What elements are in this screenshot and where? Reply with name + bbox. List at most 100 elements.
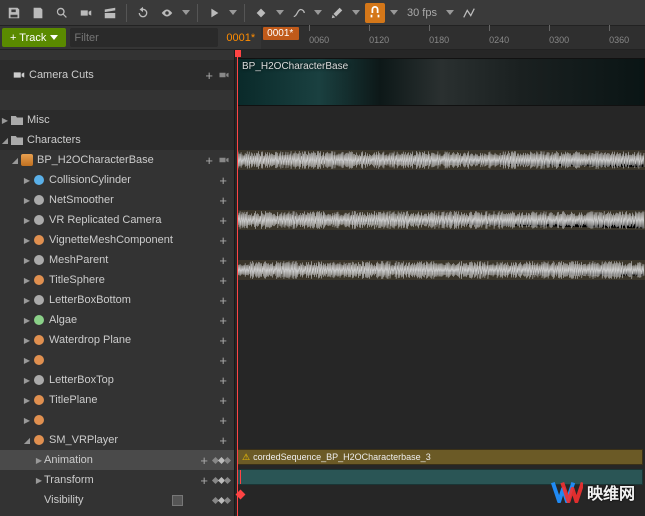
add-icon[interactable]: + [216, 313, 230, 328]
component-track[interactable]: ▶ LetterBoxTop + [0, 370, 234, 390]
component-track[interactable]: ▶ NetSmoother + [0, 190, 234, 210]
expand-icon[interactable]: ▶ [0, 116, 10, 125]
expand-icon[interactable]: ▶ [22, 316, 32, 325]
add-track-button[interactable]: + Track [2, 28, 66, 47]
find-in-content-icon[interactable] [28, 3, 48, 23]
timeline-ruler[interactable]: 0001* 006001200180024003000360 [261, 26, 645, 49]
expand-icon[interactable]: ▶ [22, 176, 32, 185]
component-track[interactable]: ▶ TitleSphere + [0, 270, 234, 290]
visibility-track[interactable]: Visibility [0, 490, 234, 510]
dropdown-icon[interactable] [313, 10, 323, 15]
component-track[interactable]: ▶ + [0, 350, 234, 370]
dropdown-icon[interactable] [389, 10, 399, 15]
waveform-track-2[interactable] [237, 210, 645, 230]
expand-icon[interactable]: ▶ [22, 416, 32, 425]
collapse-icon[interactable]: ◢ [10, 156, 20, 165]
collapse-icon[interactable]: ◢ [0, 136, 10, 145]
timeline-area[interactable]: BP_H2OCharacterBase ⚠ cordedSequence_BP_… [235, 50, 645, 516]
curve-editor-icon[interactable] [459, 3, 479, 23]
keyframe-nav[interactable] [213, 498, 230, 503]
keyframe-nav[interactable] [213, 458, 230, 463]
add-icon[interactable]: + [216, 393, 230, 408]
dropdown-icon[interactable] [181, 10, 191, 15]
keyframe-marker[interactable] [237, 491, 244, 498]
add-icon[interactable]: + [216, 433, 230, 448]
expand-icon[interactable]: ▶ [34, 476, 44, 485]
component-track[interactable]: ▶ Waterdrop Plane + [0, 330, 234, 350]
component-track[interactable]: ▶ Algae + [0, 310, 234, 330]
add-icon[interactable]: + [216, 373, 230, 388]
component-track[interactable]: ▶ + [0, 410, 234, 430]
save-icon[interactable] [4, 3, 24, 23]
keyframe-marker[interactable] [240, 470, 241, 484]
waveform-track-1[interactable] [237, 150, 645, 170]
expand-icon[interactable]: ▶ [22, 376, 32, 385]
add-icon[interactable]: + [197, 453, 211, 468]
pilot-icon[interactable] [218, 154, 230, 166]
expand-icon[interactable]: ▶ [22, 216, 32, 225]
visibility-checkbox[interactable] [172, 495, 183, 506]
component-track[interactable]: ▶ MeshParent + [0, 250, 234, 270]
expand-icon[interactable]: ▶ [22, 196, 32, 205]
curve-icon[interactable] [289, 3, 309, 23]
visibility-icon[interactable] [157, 3, 177, 23]
component-track[interactable]: ▶ VR Replicated Camera + [0, 210, 234, 230]
folder-misc[interactable]: ▶ Misc [0, 110, 234, 130]
snap-icon[interactable] [365, 3, 385, 23]
expand-icon[interactable]: ▶ [22, 256, 32, 265]
watermark-logo-icon [551, 481, 583, 503]
add-icon[interactable]: + [216, 413, 230, 428]
component-track[interactable]: ▶ VignetteMeshComponent + [0, 230, 234, 250]
add-icon[interactable]: + [216, 233, 230, 248]
component-track[interactable]: ▶ TitlePlane + [0, 390, 234, 410]
undo-icon[interactable] [133, 3, 153, 23]
keyframe-nav[interactable] [213, 478, 230, 483]
expand-icon[interactable]: ▶ [22, 356, 32, 365]
clapboard-icon[interactable] [100, 3, 120, 23]
add-icon[interactable]: + [202, 153, 216, 168]
component-track[interactable]: ▶ CollisionCylinder + [0, 170, 234, 190]
waveform-track-3[interactable] [237, 260, 645, 280]
animation-sequence-bar[interactable]: ⚠ cordedSequence_BP_H2OCharacterbase_3 [237, 449, 643, 465]
playhead[interactable] [237, 50, 238, 516]
add-icon[interactable]: + [202, 68, 216, 83]
lock-camera-icon[interactable] [218, 69, 230, 81]
dropdown-icon[interactable] [445, 10, 455, 15]
dropdown-icon[interactable] [351, 10, 361, 15]
camera-cuts-track[interactable]: Camera Cuts + [0, 60, 234, 90]
expand-icon[interactable]: ▶ [22, 276, 32, 285]
camera-icon[interactable] [76, 3, 96, 23]
filter-input[interactable] [74, 32, 216, 44]
add-icon[interactable]: + [216, 253, 230, 268]
add-icon[interactable]: + [216, 213, 230, 228]
keyframe-icon[interactable] [251, 3, 271, 23]
expand-icon[interactable]: ◢ [22, 436, 32, 445]
expand-icon[interactable]: ▶ [34, 456, 44, 465]
add-icon[interactable]: + [216, 193, 230, 208]
camera-cut-preview[interactable]: BP_H2OCharacterBase [237, 58, 645, 106]
dropdown-icon[interactable] [275, 10, 285, 15]
dropdown-icon[interactable] [228, 10, 238, 15]
search-icon[interactable] [52, 3, 72, 23]
brush-icon[interactable] [327, 3, 347, 23]
animation-track[interactable]: ▶ Animation + [0, 450, 234, 470]
add-icon[interactable]: + [216, 333, 230, 348]
add-icon[interactable]: + [216, 293, 230, 308]
folder-characters[interactable]: ◢ Characters [0, 130, 234, 150]
expand-icon[interactable]: ▶ [22, 396, 32, 405]
play-icon[interactable] [204, 3, 224, 23]
fps-label[interactable]: 30 fps [403, 7, 441, 19]
expand-icon[interactable]: ▶ [22, 296, 32, 305]
add-icon[interactable]: + [216, 353, 230, 368]
add-icon[interactable]: + [216, 273, 230, 288]
component-track[interactable]: ▶ LetterBoxBottom + [0, 290, 234, 310]
actor-track[interactable]: ◢ BP_H2OCharacterBase + [0, 150, 234, 170]
add-icon[interactable]: + [216, 173, 230, 188]
add-icon[interactable]: + [197, 473, 211, 488]
current-frame-label[interactable]: 0001* [220, 26, 261, 49]
component-track[interactable]: ◢ SM_VRPlayer + [0, 430, 234, 450]
transform-track[interactable]: ▶ Transform + [0, 470, 234, 490]
expand-icon[interactable]: ▶ [22, 236, 32, 245]
separator [244, 4, 245, 22]
expand-icon[interactable]: ▶ [22, 336, 32, 345]
